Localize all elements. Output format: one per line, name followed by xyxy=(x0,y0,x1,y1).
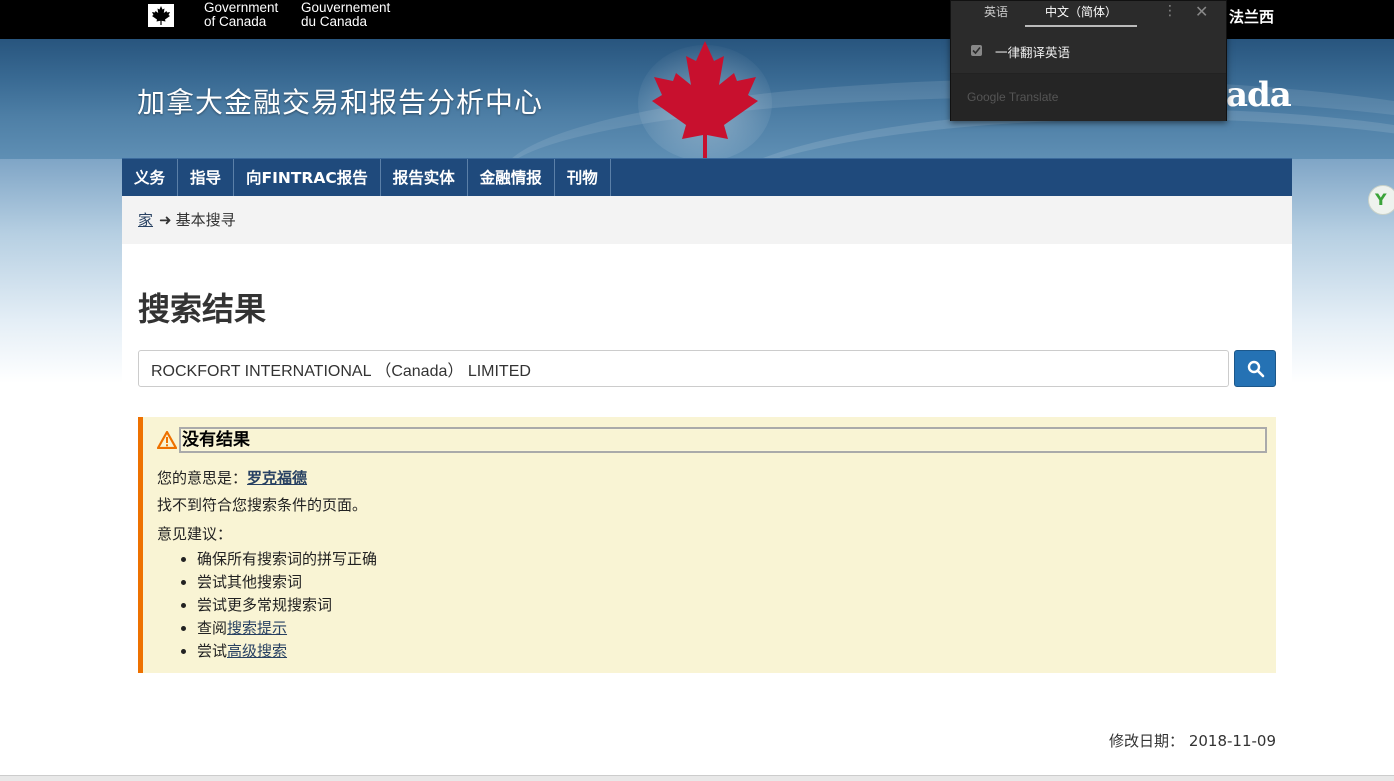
menu-item-reporting[interactable]: 向FINTRAC报告 xyxy=(234,159,381,197)
search-form xyxy=(138,350,1276,387)
warning-icon xyxy=(157,431,177,449)
menu-item-reporting-entities[interactable]: 报告实体 xyxy=(381,159,468,197)
list-item: 尝试更多常规搜索词 xyxy=(197,594,1262,617)
did-you-mean-label: 您的意思是： xyxy=(157,469,248,487)
fip-en-line2: of Canada xyxy=(204,14,267,29)
suggestion-prefix: 查阅 xyxy=(197,619,228,637)
alert-header: 没有结果 xyxy=(157,427,1267,455)
alert-title: 没有结果 xyxy=(179,427,1267,453)
breadcrumb: 家 ➜ 基本搜寻 xyxy=(122,196,1292,244)
date-modified-value: 2018-11-09 xyxy=(1188,732,1276,750)
menu-item-financial-intelligence[interactable]: 金融情报 xyxy=(468,159,555,197)
breadcrumb-home-link[interactable]: 家 xyxy=(138,211,153,229)
google-translate-brand: Google Translate xyxy=(967,90,1059,104)
close-icon[interactable]: ✕ xyxy=(1195,2,1208,21)
always-translate-label[interactable]: 一律翻译英语 xyxy=(995,42,1070,61)
canada-wordmark: ada xyxy=(1226,75,1292,115)
no-match-text: 找不到符合您搜索条件的页面。 xyxy=(157,496,368,514)
breadcrumb-current: 基本搜寻 xyxy=(175,211,236,229)
popup-footer: Google Translate xyxy=(951,74,1226,121)
suggestions-label: 意见建议： xyxy=(157,525,233,543)
menu-item-guidance[interactable]: 指导 xyxy=(178,159,235,197)
list-item: 尝试其他搜索词 xyxy=(197,571,1262,594)
date-modified-label: 修改日期： xyxy=(1109,732,1185,750)
search-tips-link[interactable]: 搜索提示 xyxy=(227,619,287,637)
google-translate-popup: 英语 中文（简体） ⋮ ✕ 一律翻译英语 Google Translate xyxy=(950,0,1227,121)
tab-english[interactable]: 英语 xyxy=(967,1,1025,27)
suggestion-prefix: 尝试 xyxy=(197,642,228,660)
search-input[interactable] xyxy=(138,350,1229,387)
extension-widget-icon[interactable]: Y xyxy=(1368,185,1394,215)
bottom-edge xyxy=(0,775,1394,781)
fip-en-line1: Government xyxy=(204,0,279,15)
main-menu: 义务 指导 向FINTRAC报告 报告实体 金融情报 刊物 xyxy=(122,158,1292,197)
maple-leaf-icon xyxy=(638,41,772,159)
page-title: 搜索结果 xyxy=(138,290,267,328)
breadcrumb-arrow-icon: ➜ xyxy=(159,211,172,229)
list-item: 确保所有搜索词的拼写正确 xyxy=(197,548,1262,571)
date-modified: 修改日期： 2018-11-09 xyxy=(1109,730,1276,751)
menu-item-obligations[interactable]: 义务 xyxy=(122,159,179,197)
always-translate-checkbox[interactable] xyxy=(971,45,982,56)
suggestions-list: 确保所有搜索词的拼写正确 尝试其他搜索词 尝试更多常规搜索词 查阅搜索提示 尝试… xyxy=(157,548,1262,663)
search-button[interactable] xyxy=(1234,350,1276,387)
government-of-canada-en[interactable]: Government of Canada xyxy=(204,1,278,29)
government-of-canada-fr[interactable]: Gouvernement du Canada xyxy=(301,1,390,29)
canada-flag-icon xyxy=(137,4,185,27)
fip-fr-line2: du Canada xyxy=(301,14,368,29)
did-you-mean: 您的意思是：罗克福德 xyxy=(157,467,1262,488)
site-title[interactable]: 加拿大金融交易和报告分析中心 xyxy=(137,81,543,121)
did-you-mean-link[interactable]: 罗克福德 xyxy=(247,469,307,487)
translate-tabs: 英语 中文（简体） xyxy=(967,1,1138,27)
fip-fr-line1: Gouvernement xyxy=(301,0,391,15)
advanced-search-link[interactable]: 高级搜索 xyxy=(227,642,287,660)
menu-item-publications[interactable]: 刊物 xyxy=(555,159,611,197)
language-toggle-link[interactable]: 法兰西 xyxy=(1229,6,1274,27)
main-container: 义务 指导 向FINTRAC报告 报告实体 金融情报 刊物 家 ➜ 基本搜寻 搜索结… xyxy=(122,158,1292,781)
list-item: 查阅搜索提示 xyxy=(197,617,1262,640)
more-options-icon[interactable]: ⋮ xyxy=(1163,3,1177,19)
search-icon xyxy=(1247,360,1265,378)
no-results-alert: 没有结果 您的意思是：罗克福德 找不到符合您搜索条件的页面。 意见建议： 确保所… xyxy=(138,417,1276,673)
list-item: 尝试高级搜索 xyxy=(197,640,1262,663)
tab-chinese-simplified[interactable]: 中文（简体） xyxy=(1025,1,1138,27)
